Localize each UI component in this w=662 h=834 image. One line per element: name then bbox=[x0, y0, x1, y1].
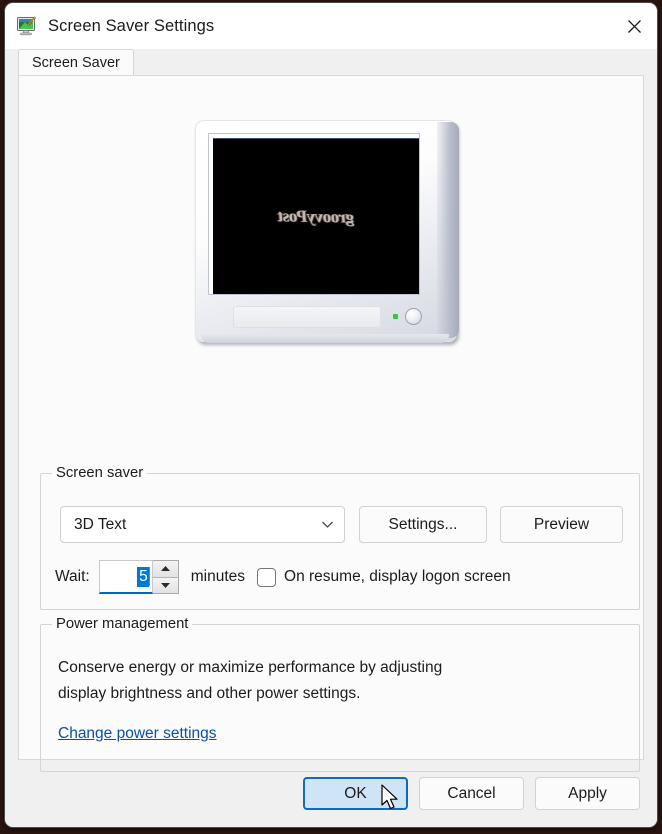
display-monitor-icon bbox=[16, 15, 38, 37]
wait-label: Wait: bbox=[55, 568, 90, 585]
screen-saver-settings-dialog: Screen Saver Settings Screen Saver groov… bbox=[4, 2, 658, 828]
power-management-group-title: Power management bbox=[52, 616, 193, 632]
text-caret bbox=[148, 567, 150, 586]
cancel-button[interactable]: Cancel bbox=[419, 777, 524, 810]
preview-button-label: Preview bbox=[533, 515, 590, 533]
apply-button-label: Apply bbox=[568, 784, 607, 802]
settings-button-label: Settings... bbox=[388, 515, 458, 533]
screen-saver-group: Screen saver 3D Text Settings... Preview… bbox=[40, 465, 640, 610]
minutes-label: minutes bbox=[190, 568, 246, 585]
screen-saver-select-value: 3D Text bbox=[74, 515, 127, 533]
apply-button[interactable]: Apply bbox=[535, 777, 640, 810]
wait-minutes-input[interactable]: 5 bbox=[98, 560, 153, 594]
ok-button[interactable]: OK bbox=[303, 777, 408, 810]
wait-minutes-value: 5 bbox=[137, 566, 149, 587]
monitor-base bbox=[201, 334, 449, 343]
power-management-description: Conserve energy or maximize performance … bbox=[58, 659, 443, 702]
on-resume-checkbox[interactable] bbox=[257, 567, 277, 587]
monitor-side-shading bbox=[437, 122, 459, 338]
title-bar: Screen Saver Settings bbox=[5, 3, 657, 49]
power-button-icon bbox=[405, 308, 422, 325]
tab-screen-saver[interactable]: Screen Saver bbox=[18, 49, 134, 75]
ok-button-label: OK bbox=[344, 784, 367, 802]
screen-saver-group-title: Screen saver bbox=[52, 465, 148, 481]
power-led-icon bbox=[393, 314, 398, 319]
change-power-settings-link[interactable]: Change power settings bbox=[58, 725, 217, 743]
spinner-buttons bbox=[152, 560, 179, 594]
on-resume-checkbox-row[interactable]: On resume, display logon screen bbox=[257, 567, 511, 587]
on-resume-checkbox-label: On resume, display logon screen bbox=[284, 568, 511, 585]
power-management-group: Power management Conserve energy or maxi… bbox=[40, 616, 640, 772]
chevron-down-icon bbox=[321, 516, 334, 534]
tab-panel-screen-saver: groovyPost Screen saver 3D Text Settings… bbox=[18, 75, 644, 772]
tab-label: Screen Saver bbox=[32, 54, 120, 71]
window-title: Screen Saver Settings bbox=[48, 16, 215, 35]
settings-button[interactable]: Settings... bbox=[359, 506, 487, 543]
monitor-preview: groovyPost bbox=[195, 120, 467, 348]
screensaver-3d-text: groovyPost bbox=[277, 205, 355, 227]
cancel-button-label: Cancel bbox=[447, 784, 496, 802]
monitor-preview-area: groovyPost bbox=[19, 120, 643, 348]
close-icon[interactable] bbox=[611, 3, 657, 49]
tab-strip: Screen Saver bbox=[5, 49, 657, 75]
wait-spinner[interactable]: 5 bbox=[98, 560, 179, 594]
screen-saver-select[interactable]: 3D Text bbox=[60, 506, 345, 543]
monitor-bezel-panel bbox=[233, 306, 381, 328]
monitor-screen: groovyPost bbox=[213, 138, 419, 294]
wait-row: Wait: 5 minutes On resume, display logon… bbox=[55, 559, 511, 595]
spinner-up-button[interactable] bbox=[152, 561, 178, 578]
spinner-down-button[interactable] bbox=[152, 577, 178, 593]
preview-button[interactable]: Preview bbox=[500, 506, 623, 543]
